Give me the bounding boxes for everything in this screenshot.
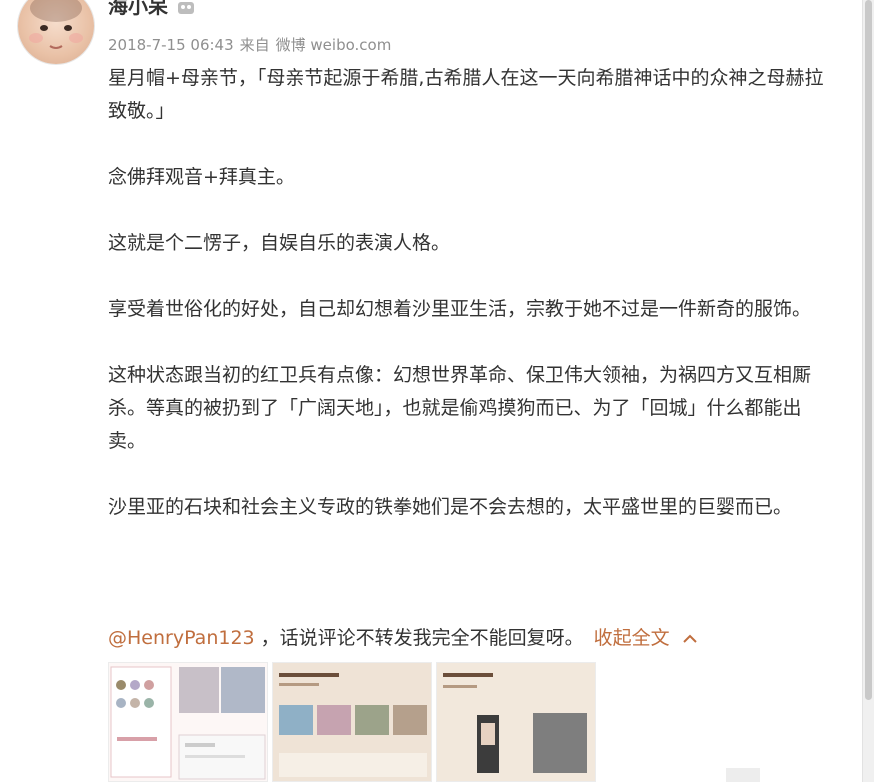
post-footer: @HenryPan123 ，话说评论不转发我完全不能回复呀。 收起全文 <box>108 622 698 655</box>
mention-text: ，话说评论不转发我完全不能回复呀。 <box>260 627 584 649</box>
post-meta: 2018-7-15 06:43 来自 微博 weibo.com <box>108 36 397 54</box>
screenshot-thumbnail-icon <box>273 663 431 781</box>
image-thumbnail[interactable] <box>108 662 268 782</box>
screenshot-thumbnail-icon <box>437 663 595 781</box>
baby-face-icon <box>29 0 83 49</box>
post-paragraph: 这就是个二愣子，自娱自乐的表演人格。 <box>108 232 451 254</box>
collapse-full-text-link[interactable]: 收起全文 <box>594 627 670 649</box>
post-paragraph: 星月帽+母亲节，「母亲节起源于希腊,古希腊人在这一天向希腊神话中的众神之母赫拉致… <box>108 67 824 122</box>
image-thumbnail[interactable] <box>436 662 596 782</box>
screenshot-thumbnail-icon <box>109 663 267 781</box>
floating-widget[interactable] <box>726 768 760 782</box>
post-source[interactable]: 微博 weibo.com <box>276 36 392 54</box>
user-mention-link[interactable]: @HenryPan123 <box>108 627 255 649</box>
post-paragraph: 享受着世俗化的好处，自己却幻想着沙里亚生活，宗教于她不过是一件新奇的服饰。 <box>108 298 812 320</box>
weibo-post-card: 海小呆 2018-7-15 06:43 来自 微博 weibo.com 星月帽+母亲… <box>0 0 862 782</box>
username[interactable]: 海小呆 <box>108 0 168 18</box>
avatar[interactable] <box>18 0 94 64</box>
image-thumbnail[interactable] <box>272 662 432 782</box>
post-time[interactable]: 2018-7-15 06:43 <box>108 36 234 54</box>
scrollbar[interactable] <box>862 0 874 782</box>
chevron-up-icon[interactable] <box>682 622 698 655</box>
post-paragraph: 念佛拜观音+拜真主。 <box>108 166 295 188</box>
scrollbar-thumb[interactable] <box>865 0 872 700</box>
post-content: 星月帽+母亲节，「母亲节起源于希腊,古希腊人在这一天向希腊神话中的众神之母赫拉致… <box>108 62 828 524</box>
member-badge-icon <box>178 2 194 14</box>
post-paragraph: 这种状态跟当初的红卫兵有点像：幻想世界革命、保卫伟大领袖，为祸四方又互相厮杀。等… <box>108 364 812 452</box>
from-label: 来自 <box>239 36 270 54</box>
post-paragraph: 沙里亚的石块和社会主义专政的铁拳她们是不会去想的，太平盛世里的巨婴而已。 <box>108 496 793 518</box>
